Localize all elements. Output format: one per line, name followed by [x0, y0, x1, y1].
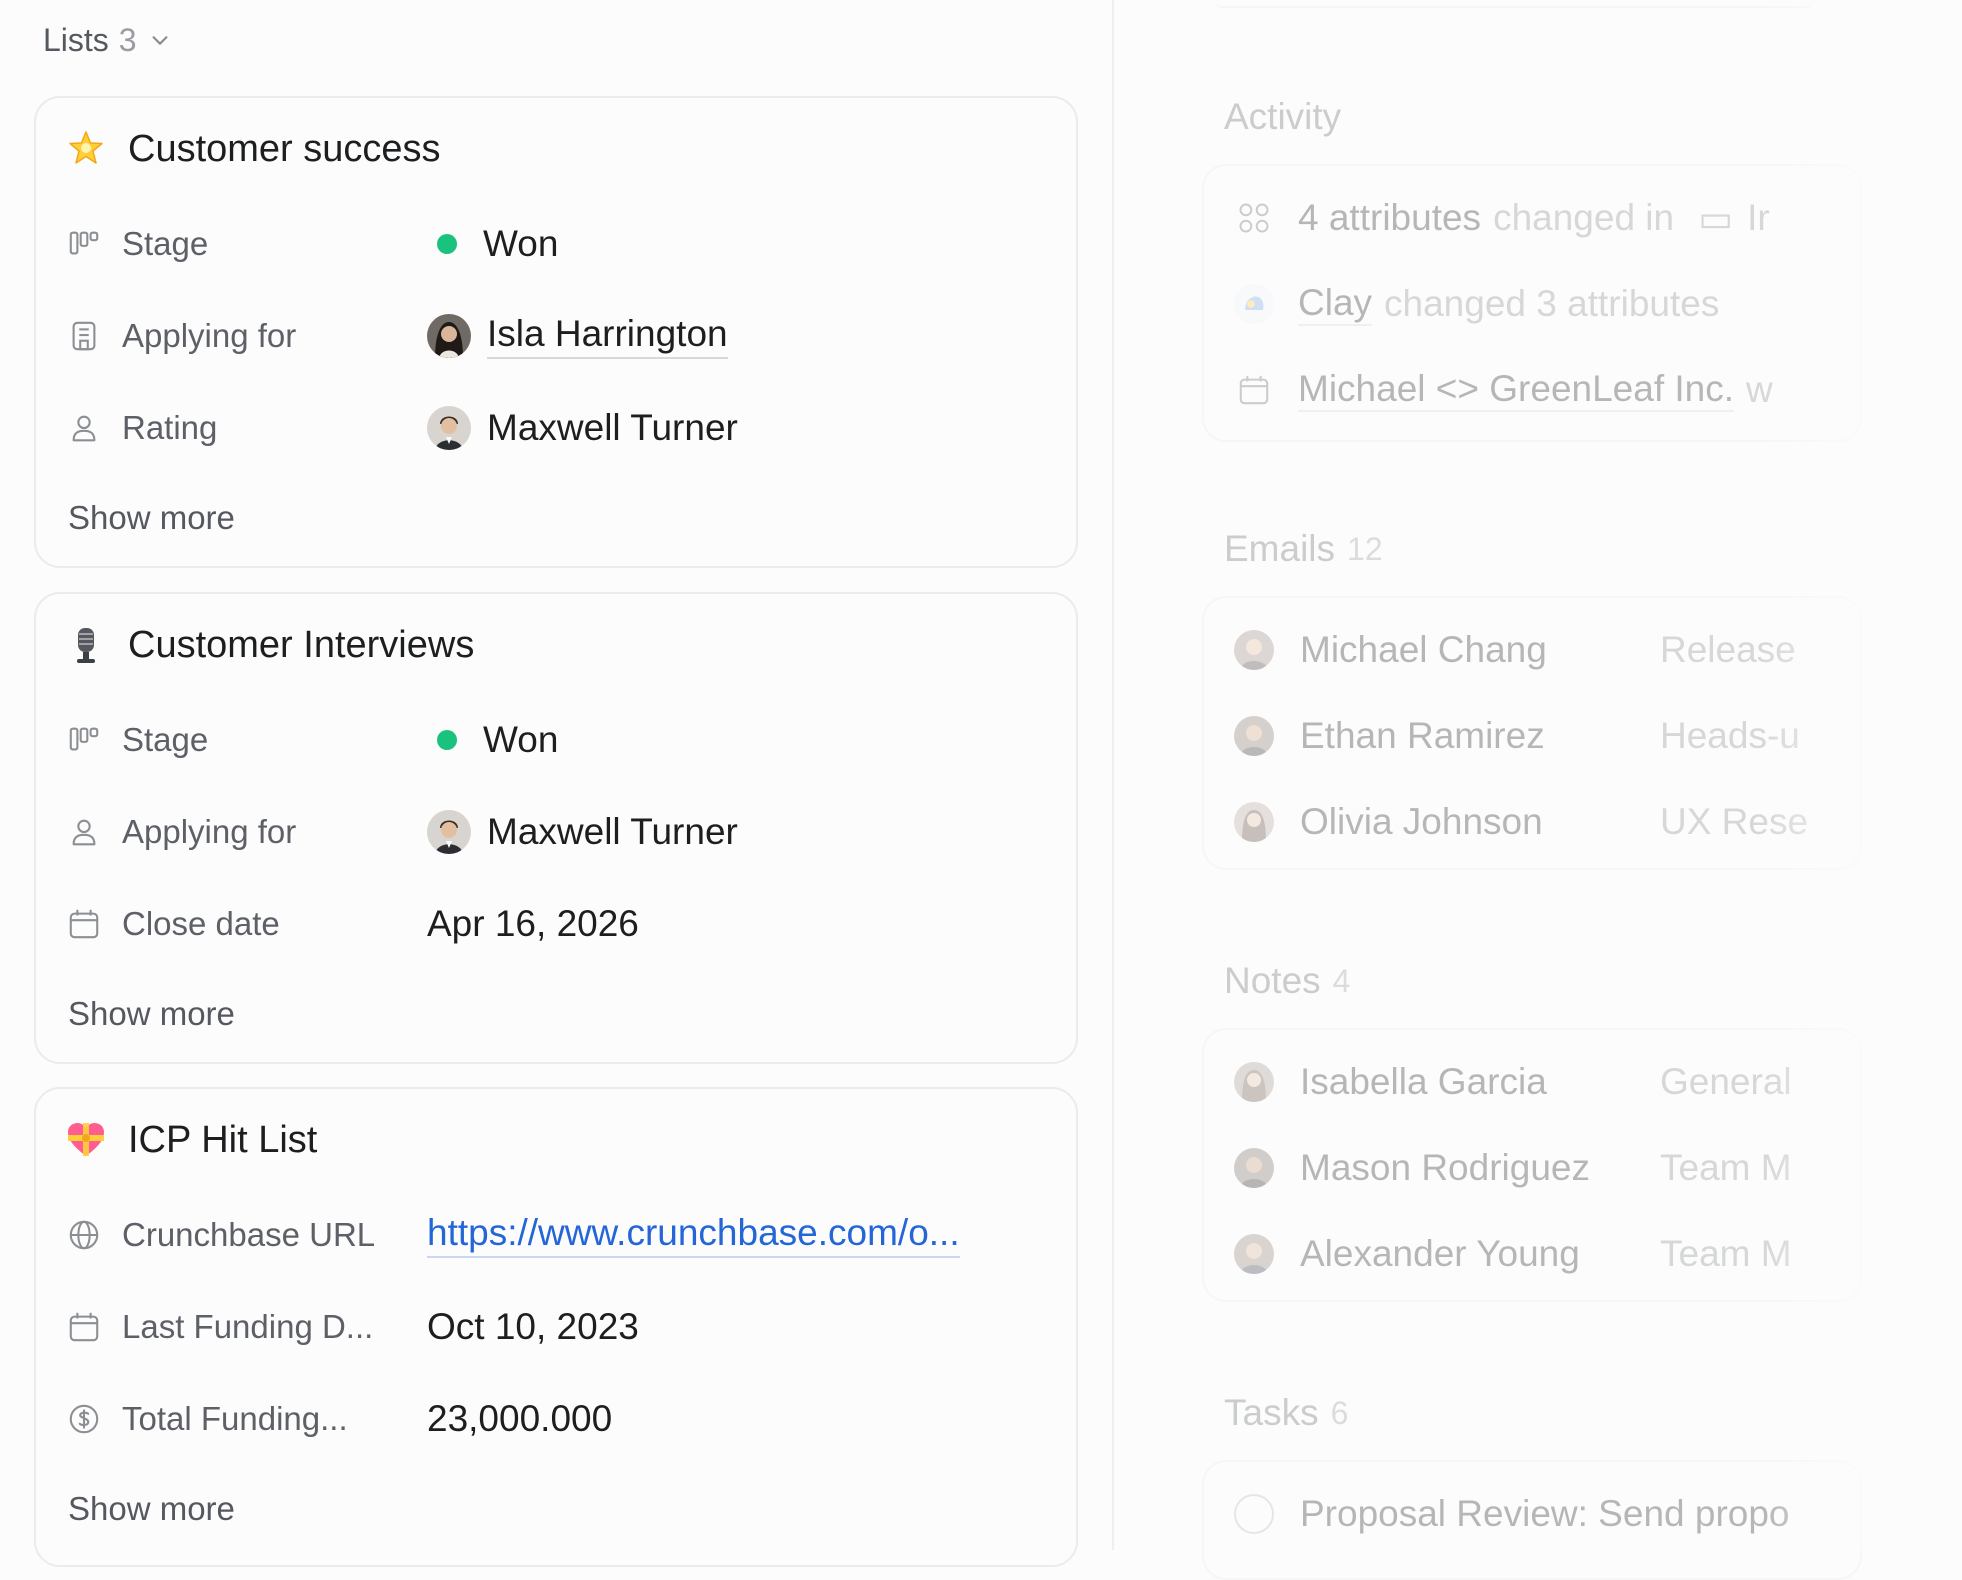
card-title[interactable]: Customer Interviews — [66, 616, 474, 674]
status-value[interactable]: Won — [427, 719, 558, 761]
clay-icon — [1234, 284, 1274, 324]
date-value[interactable]: Apr 16, 2026 — [427, 903, 639, 945]
field-label: Rating — [122, 409, 218, 446]
field-crunchbase-url[interactable]: Crunchbase URL https://www.crunchbase.co… — [66, 1207, 1046, 1263]
status-value[interactable]: Won — [427, 223, 558, 265]
field-total-funding[interactable]: Total Funding... 23,000.000 — [66, 1391, 1046, 1447]
avatar — [1234, 716, 1274, 756]
field-label: Applying for — [122, 813, 297, 850]
section-title-notes: Notes 4 — [1224, 960, 1351, 1001]
field-label: Stage — [122, 721, 209, 758]
avatar — [1234, 630, 1274, 670]
top-panel-edge — [1214, 0, 1814, 8]
chevron-down-icon — [152, 36, 168, 45]
task-checkbox[interactable] — [1234, 1494, 1274, 1534]
avatar — [1234, 802, 1274, 842]
fade-overlay — [1762, 0, 1962, 1550]
avatar — [427, 314, 471, 358]
show-more-button[interactable]: Show more — [68, 496, 235, 540]
field-label: Last Funding D... — [122, 1308, 374, 1345]
lists-count: 3 — [118, 21, 137, 58]
field-label: Close date — [122, 905, 280, 942]
list-card-customer-success: Customer success Stage Won Applying for … — [34, 96, 1078, 568]
heart-ribbon-emoji-icon — [68, 1123, 104, 1156]
building-icon — [66, 318, 102, 354]
field-applying-for[interactable]: Applying for Maxwell Turner — [66, 804, 1046, 860]
field-last-funding-date[interactable]: Last Funding D... Oct 10, 2023 — [66, 1299, 1046, 1355]
dollar-icon — [66, 1401, 102, 1437]
avatar — [1234, 1062, 1274, 1102]
user-icon — [66, 814, 102, 850]
field-rating[interactable]: Rating Maxwell Turner — [66, 400, 1046, 456]
list-card-icp-hit-list: ICP Hit List Crunchbase URL https://www.… — [34, 1087, 1078, 1567]
card-title[interactable]: Customer success — [66, 120, 441, 178]
field-label: Stage — [122, 225, 209, 262]
lists-toggle[interactable]: Lists 3 — [43, 18, 171, 62]
calendar-icon — [1234, 370, 1274, 410]
user-icon — [66, 410, 102, 446]
attributes-icon — [1234, 198, 1274, 238]
avatar — [1234, 1234, 1274, 1274]
date-value[interactable]: Oct 10, 2023 — [427, 1306, 639, 1348]
lists-label: Lists — [43, 21, 109, 58]
globe-icon — [66, 1217, 102, 1253]
list-card-customer-interviews: Customer Interviews Stage Won Applying f… — [34, 592, 1078, 1064]
number-value[interactable]: 23,000.000 — [427, 1398, 612, 1440]
field-close-date[interactable]: Close date Apr 16, 2026 — [66, 896, 1046, 952]
status-dot — [437, 730, 457, 750]
status-dot — [437, 234, 457, 254]
field-applying-for[interactable]: Applying for Isla Harrington — [66, 308, 1046, 364]
star-emoji-icon — [69, 131, 103, 164]
person-value[interactable]: Maxwell Turner — [427, 406, 738, 450]
stage-icon — [66, 226, 102, 262]
record-overview-pane: Activity 4 attributes changed in ▭ Ir Cl… — [1114, 0, 1962, 1580]
avatar — [427, 406, 471, 450]
person-value[interactable]: Isla Harrington — [427, 313, 728, 359]
field-stage[interactable]: Stage Won — [66, 712, 1046, 768]
show-more-button[interactable]: Show more — [68, 992, 235, 1036]
section-title-tasks: Tasks 6 — [1224, 1392, 1349, 1433]
stage-icon — [66, 722, 102, 758]
section-title-activity: Activity — [1224, 96, 1342, 137]
url-link[interactable]: https://www.crunchbase.com/o... — [427, 1212, 960, 1258]
person-value[interactable]: Maxwell Turner — [427, 810, 738, 854]
section-title-emails: Emails 12 — [1224, 528, 1383, 569]
card-title[interactable]: ICP Hit List — [66, 1111, 317, 1169]
avatar — [427, 810, 471, 854]
flag-icon: ▭ — [1698, 197, 1734, 239]
microphone-emoji-icon — [77, 628, 95, 663]
field-label: Crunchbase URL — [122, 1216, 376, 1253]
calendar-icon — [66, 1309, 102, 1345]
field-stage[interactable]: Stage Won — [66, 216, 1046, 272]
field-label: Total Funding... — [122, 1400, 348, 1437]
lists-pane: Lists 3 Customer success Stage Won Apply… — [0, 0, 1112, 1567]
show-more-button[interactable]: Show more — [68, 1487, 235, 1531]
avatar — [1234, 1148, 1274, 1188]
field-label: Applying for — [122, 317, 297, 354]
calendar-icon — [66, 906, 102, 942]
